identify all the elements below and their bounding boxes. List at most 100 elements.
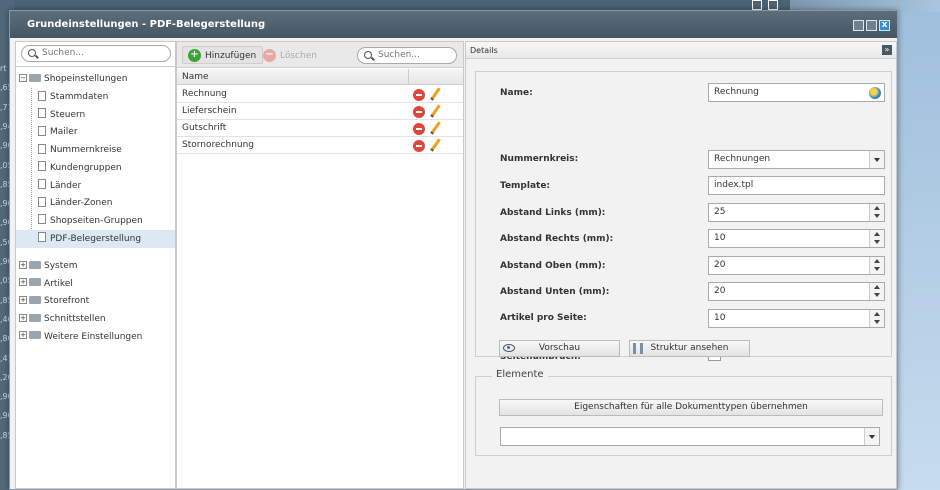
tree-node-label: Länder [50,180,82,191]
spinner-icon[interactable] [869,257,884,274]
expand-icon[interactable]: + [19,295,27,304]
tree-node-label: Nummernkreise [50,145,122,156]
tree-node-artikel[interactable]: + Artikel [16,275,175,293]
numberrange-label: Nummernkreis: [500,154,579,164]
spinner-icon[interactable] [869,310,884,327]
preview-label: Vorschau [538,343,581,353]
document-icon [38,108,46,119]
items-per-page-label: Artikel pro Seite: [500,313,587,323]
spinner-icon[interactable] [869,230,884,247]
tree-search-input[interactable] [42,48,146,58]
dropdown-arrow-icon[interactable] [864,428,879,445]
expand-icon[interactable]: + [19,278,27,287]
margin-left-field[interactable]: 25 [708,203,885,222]
tree-node-weitere-einstellungen[interactable]: + Weitere Einstellungen [16,328,175,346]
maximize-button[interactable] [866,20,877,31]
expand-icon[interactable]: + [19,313,27,322]
desktop-background-right [898,12,940,490]
grid-header: Name [177,69,463,85]
items-per-page-field[interactable]: 10 [708,309,885,328]
template-label: Template: [500,181,551,191]
margin-top-field[interactable]: 20 [708,256,885,275]
tree-node-system[interactable]: + System [16,257,175,275]
table-row[interactable]: Gutschrift [177,120,463,137]
document-icon [38,179,46,189]
delete-row-icon[interactable] [413,106,425,118]
template-field[interactable]: index.tpl [708,176,885,195]
edit-pencil-icon[interactable] [430,121,441,135]
delete-row-icon[interactable] [413,140,425,152]
desktop-minimize-icon[interactable] [752,0,762,10]
collapse-panel-icon[interactable]: » [882,45,892,55]
tree-search-field[interactable] [21,45,171,62]
tree-node-steuern[interactable]: Steuern [16,106,175,124]
tree-node-shopeinstellungen[interactable]: − Shopeinstellungen [16,70,175,88]
document-icon [38,143,46,154]
close-button[interactable]: x [879,20,890,31]
row-name: Gutschrift [182,123,227,133]
view-structure-button[interactable]: Struktur ansehen [629,340,750,357]
name-field[interactable]: Rechnung [708,83,885,102]
elements-select[interactable] [500,427,880,446]
tree-node-label: Shopseiten-Gruppen [50,215,143,226]
table-row[interactable]: Stornorechnung [177,137,463,154]
dropdown-arrow-icon[interactable] [869,151,884,168]
margin-right-label: Abstand Rechts (mm): [500,234,614,244]
translation-globe-icon[interactable] [869,87,881,99]
delete-row-icon[interactable] [413,123,425,135]
list-search-input[interactable] [378,50,447,60]
items-per-page-value: 10 [714,313,726,323]
minimize-button[interactable] [853,20,864,31]
folder-icon [29,260,41,269]
column-divider [408,69,409,85]
tree-node-stammdaten[interactable]: Stammdaten [16,88,175,106]
document-icon [38,125,46,136]
tree-node-l-nder[interactable]: Länder [16,177,175,195]
table-row[interactable]: Rechnung [177,86,463,103]
document-icon [38,232,46,243]
add-button[interactable]: + Hinzufügen [182,46,264,64]
preview-button[interactable]: Vorschau [499,340,620,357]
delete-row-icon[interactable] [413,89,425,101]
tree-node-schnittstellen[interactable]: + Schnittstellen [16,310,175,328]
settings-window: Grundeinstellungen - PDF-Belegerstellung… [9,10,898,490]
tree-node-storefront[interactable]: + Storefront [16,292,175,310]
numberrange-select[interactable]: Rechnungen [708,150,885,169]
collapse-icon[interactable]: − [19,73,27,82]
spinner-icon[interactable] [869,204,884,221]
window-title: Grundeinstellungen - PDF-Belegerstellung [27,19,266,30]
tree-node-kundengruppen[interactable]: Kundengruppen [16,159,175,177]
document-icon [38,214,46,225]
tree-node-nummernkreise[interactable]: Nummernkreise [16,141,175,159]
tree-node-mailer[interactable]: Mailer [16,123,175,141]
margin-top-label: Abstand Oben (mm): [500,261,606,271]
column-header-name[interactable]: Name [182,72,209,82]
delete-button[interactable]: − Löschen [257,46,324,64]
list-search-field[interactable] [357,47,457,64]
margin-right-field[interactable]: 10 [708,229,885,248]
structure-label: Struktur ansehen [650,343,729,353]
tree-divider [16,66,175,67]
desktop-popout-icon[interactable] [768,0,778,10]
margin-bottom-value: 20 [714,286,726,296]
apply-all-doctypes-button[interactable]: Eigenschaften für alle Dokumenttypen übe… [499,399,883,416]
edit-pencil-icon[interactable] [430,104,441,118]
tree-node-label: Weitere Einstellungen [44,331,143,342]
expand-icon[interactable]: + [19,331,27,340]
table-row[interactable]: Lieferschein [177,103,463,120]
expand-icon[interactable]: + [19,260,27,269]
edit-pencil-icon[interactable] [430,87,441,101]
margin-left-label: Abstand Links (mm): [500,208,606,218]
row-name: Rechnung [182,89,227,99]
search-icon [28,49,36,57]
tree-node-l-nder-zonen[interactable]: Länder-Zonen [16,194,175,212]
tree-node-shopseiten-gruppen[interactable]: Shopseiten-Gruppen [16,212,175,230]
spinner-icon[interactable] [869,283,884,300]
settings-tree-panel: − Shopeinstellungen Stammdaten Steuern Mail… [15,41,176,489]
window-titlebar[interactable]: Grundeinstellungen - PDF-Belegerstellung… [10,11,897,38]
margin-left-value: 25 [714,207,726,217]
edit-pencil-icon[interactable] [430,138,441,152]
margin-top-value: 20 [714,260,726,270]
margin-bottom-field[interactable]: 20 [708,282,885,301]
tree-node-pdf-belegerstellung[interactable]: PDF-Belegerstellung [16,229,175,248]
